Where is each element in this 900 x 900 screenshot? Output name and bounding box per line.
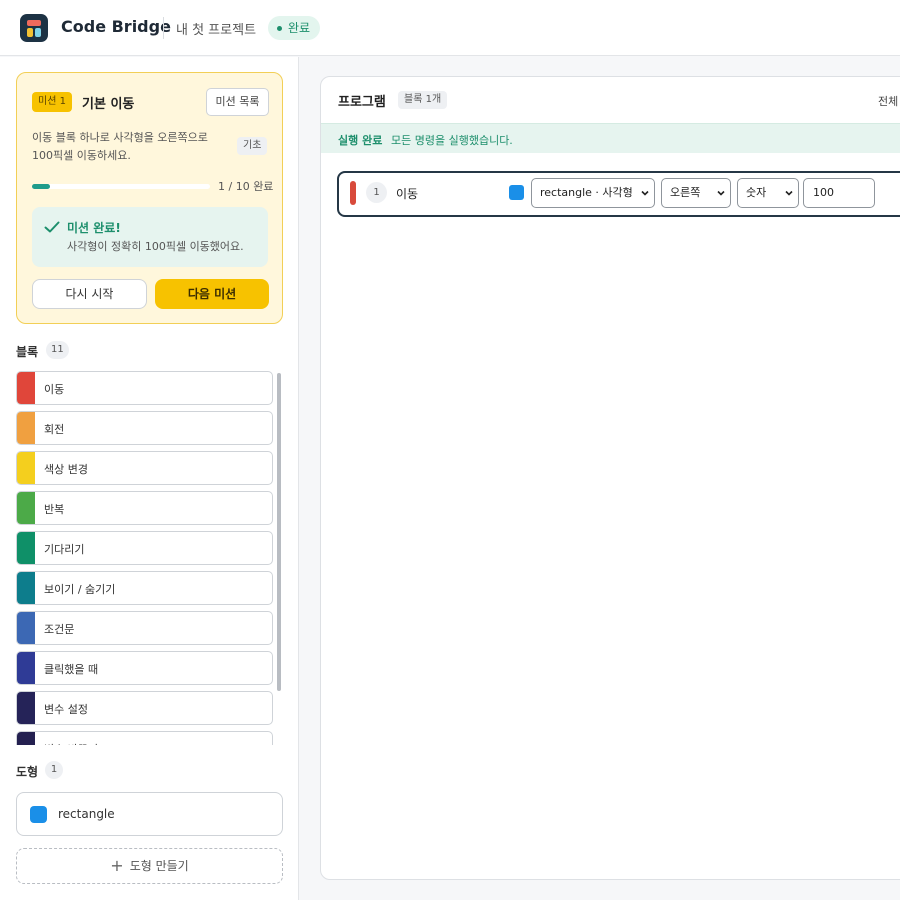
shape-swatch-icon — [30, 806, 47, 823]
make-shape-button[interactable]: + 도형 만들기 — [16, 848, 283, 884]
block-item[interactable]: 반복 — [16, 491, 273, 525]
block-label: 클릭했을 때 — [44, 663, 99, 676]
block-item[interactable]: 변수 바꾸기 — [16, 731, 273, 745]
chevron-down-icon — [641, 190, 649, 196]
row-block-label: 이동 — [396, 187, 419, 201]
program-all-button[interactable]: 전체 — [878, 93, 898, 109]
direction-select[interactable]: 오른쪽 — [661, 178, 731, 208]
status-badge: 완료 — [268, 16, 321, 40]
mission-complete-title: 미션 완료! — [67, 221, 121, 235]
chevron-down-icon — [785, 190, 793, 196]
app-header: Code Bridge 내 첫 프로젝트 완료 — [0, 0, 900, 56]
block-item[interactable]: 회전 — [16, 411, 273, 445]
target-select[interactable]: rectangle · 사각형 — [531, 178, 655, 208]
block-item[interactable]: 변수 설정 — [16, 691, 273, 725]
shapes-count-badge: 1 — [45, 761, 63, 779]
value-type-select[interactable]: 숫자 — [737, 178, 799, 208]
block-color-icon — [17, 532, 35, 564]
block-label: 반복 — [44, 503, 65, 516]
program-title: 프로그램 — [338, 95, 386, 110]
target-shape-swatch-icon — [509, 185, 524, 200]
block-palette: 이동회전색상 변경반복기다리기보이기 / 숨기기조건문클릭했을 때변수 설정변수… — [16, 371, 273, 745]
program-panel: 프로그램 블록 1개 전체 실행 완료 모든 명령을 실행했습니다. 1 이동 … — [320, 76, 900, 880]
move-distance-input[interactable]: 100 — [803, 178, 875, 208]
check-icon — [44, 221, 60, 233]
next-mission-button[interactable]: 다음 미션 — [155, 279, 269, 309]
block-label: 변수 설정 — [44, 703, 88, 716]
mission-complete-box: 미션 완료! 사각형이 정확히 100픽셀 이동했어요. — [32, 207, 268, 267]
block-color-icon — [17, 572, 35, 604]
block-palette-scrollbar[interactable] — [277, 373, 281, 691]
target-select-value: rectangle · 사각형 — [540, 186, 633, 199]
level-tag: 기초 — [237, 137, 268, 155]
make-shape-label: 도형 만들기 — [129, 859, 189, 873]
status-text: 완료 — [288, 21, 311, 35]
restart-button[interactable]: 다시 시작 — [32, 279, 147, 309]
project-name[interactable]: 내 첫 프로젝트 — [176, 19, 256, 38]
block-item[interactable]: 조건문 — [16, 611, 273, 645]
plus-icon: + — [110, 856, 124, 875]
app-logo-icon — [20, 14, 48, 42]
mission-list-button[interactable]: 미션 목록 — [206, 88, 269, 116]
chevron-down-icon — [717, 190, 725, 196]
app-title: Code Bridge — [61, 17, 171, 36]
mission-title: 기본 이동 — [82, 97, 135, 112]
block-color-icon — [17, 692, 35, 724]
block-label: 기다리기 — [44, 543, 85, 556]
mission-progress-text: 1 / 10 완료 — [218, 180, 274, 193]
direction-select-value: 오른쪽 — [670, 186, 701, 199]
blocks-section-label: 블록 — [16, 345, 39, 359]
block-item[interactable]: 이동 — [16, 371, 273, 405]
run-status-bar: 실행 완료 모든 명령을 실행했습니다. — [321, 123, 900, 153]
mission-card: 미션 1 기본 이동 미션 목록 이동 블록 하나로 사각형을 오른쪽으로 10… — [16, 72, 283, 324]
block-color-icon — [17, 652, 35, 684]
block-color-icon — [17, 732, 35, 745]
program-block-count: 블록 1개 — [398, 91, 448, 109]
shape-item[interactable]: rectangle — [16, 792, 283, 836]
sidebar: 미션 1 기본 이동 미션 목록 이동 블록 하나로 사각형을 오른쪽으로 10… — [0, 57, 299, 900]
block-item[interactable]: 클릭했을 때 — [16, 651, 273, 685]
row-number: 1 — [366, 182, 387, 203]
block-item[interactable]: 기다리기 — [16, 531, 273, 565]
shape-name: rectangle — [58, 807, 115, 821]
block-color-icon — [17, 612, 35, 644]
block-label: 회전 — [44, 423, 65, 436]
block-color-icon — [17, 372, 35, 404]
blocks-count-badge: 11 — [46, 341, 69, 359]
mission-badge: 미션 1 — [32, 92, 72, 112]
block-color-icon — [17, 412, 35, 444]
header-divider — [163, 17, 164, 39]
block-label: 색상 변경 — [44, 463, 88, 476]
status-dot-icon — [277, 26, 282, 31]
block-label: 보이기 / 숨기기 — [44, 583, 116, 596]
mission-complete-message: 사각형이 정확히 100픽셀 이동했어요. — [67, 240, 244, 253]
block-label: 이동 — [44, 383, 65, 396]
block-label: 조건문 — [44, 623, 75, 636]
shapes-section-label: 도형 — [16, 765, 39, 779]
move-block-color-icon — [350, 181, 356, 205]
program-row[interactable]: 1 이동 rectangle · 사각형 오른쪽 숫자 100 — [337, 171, 900, 217]
block-item[interactable]: 색상 변경 — [16, 451, 273, 485]
value-type-select-value: 숫자 — [746, 186, 767, 199]
block-color-icon — [17, 452, 35, 484]
run-status-title: 실행 완료 — [338, 134, 383, 147]
block-item[interactable]: 보이기 / 숨기기 — [16, 571, 273, 605]
block-color-icon — [17, 492, 35, 524]
block-label: 변수 바꾸기 — [44, 741, 98, 745]
mission-description: 이동 블록 하나로 사각형을 오른쪽으로 100픽셀 이동하세요. — [32, 131, 208, 162]
mission-progress-bar — [32, 184, 210, 189]
mission-progress-fill — [32, 184, 50, 189]
run-status-message: 모든 명령을 실행했습니다. — [391, 134, 513, 147]
